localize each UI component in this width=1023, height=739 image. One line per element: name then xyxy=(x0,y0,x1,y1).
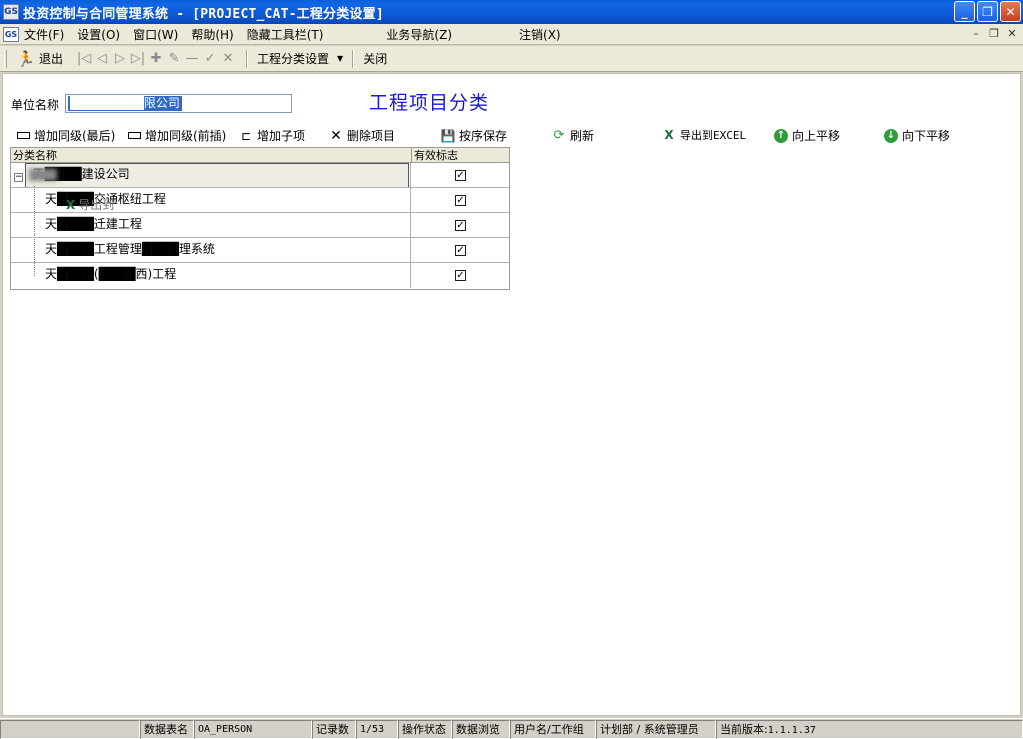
exit-label: 退出 xyxy=(39,52,64,66)
arrow-down-icon: ↓ xyxy=(883,128,899,143)
page-heading: 工程项目分类 xyxy=(369,92,490,114)
mdi-close-icon[interactable]: ✕ xyxy=(1005,26,1019,41)
unit-name-input[interactable]: ████████限公司 xyxy=(65,94,292,113)
status-table-label: 数据表名 xyxy=(140,720,194,739)
table-row[interactable]: ▇▇▇天████建设公司 ✓ xyxy=(11,163,509,188)
category-dropdown[interactable]: 工程分类设置 ▼ xyxy=(251,50,349,67)
status-op-label: 操作状态 xyxy=(398,720,452,739)
arrow-up-icon: ↑ xyxy=(773,128,789,143)
window-title: 投资控制与合同管理系统 - [PROJECT_CAT-工程分类设置] xyxy=(23,6,384,22)
main-panel: 单位名称 ████████限公司 工程项目分类 增加同级(最后) 增加同级(前插… xyxy=(2,73,1021,716)
status-user-value: 计划部 / 系统管理员 xyxy=(596,720,716,739)
status-bar: 数据表名 OA_PERSON 记录数 1/53 操作状态 数据浏览 用户名/工作… xyxy=(0,718,1023,739)
table-row[interactable]: 天████工程管理████理系统 ✓ xyxy=(11,238,509,263)
excel-icon: X xyxy=(664,128,674,142)
save-order-button[interactable]: 💾 按序保存 xyxy=(440,127,508,144)
edit-record-icon[interactable]: ✎ xyxy=(165,50,183,68)
valid-checkbox[interactable]: ✓ xyxy=(455,170,466,181)
rectangle-icon xyxy=(15,129,31,143)
add-record-icon[interactable]: ✚ xyxy=(147,50,165,68)
column-header-flag[interactable]: 有效标志 xyxy=(411,148,509,163)
menu-help[interactable]: 帮助(H) xyxy=(191,26,240,43)
status-empty xyxy=(0,720,140,739)
app-icon: GS xyxy=(3,4,19,20)
dropdown-arrow-icon: ▼ xyxy=(337,54,344,63)
toolbar-separator xyxy=(246,49,249,68)
excel-icon: X xyxy=(66,197,76,212)
valid-checkbox[interactable]: ✓ xyxy=(455,270,466,281)
exit-button[interactable]: 🏃 退出 xyxy=(11,50,69,68)
status-user-label: 用户名/工作组 xyxy=(510,720,596,739)
valid-checkbox[interactable]: ✓ xyxy=(455,220,466,231)
delete-x-icon: ✕ xyxy=(330,127,342,144)
tree-child-icon: ⊏ xyxy=(240,128,252,143)
floppy-disk-icon: 💾 xyxy=(440,128,456,143)
title-bar: GS 投资控制与合同管理系统 - [PROJECT_CAT-工程分类设置] _ … xyxy=(0,0,1023,24)
add-child-button[interactable]: ⊏ 增加子项 xyxy=(238,127,305,144)
category-tree-grid[interactable]: 分类名称 有效标志 − ▇▇▇天████建设公司 ✓ 天████交通枢纽工程 ✓… xyxy=(10,147,510,290)
category-dropdown-label: 工程分类设置 xyxy=(257,52,330,66)
confirm-icon[interactable]: ✓ xyxy=(201,50,219,68)
exit-icon: 🏃 xyxy=(16,49,36,68)
column-header-name[interactable]: 分类名称 xyxy=(13,148,57,163)
mdi-minimize-icon[interactable]: – xyxy=(969,26,983,41)
grid-header: 分类名称 有效标志 xyxy=(11,148,509,163)
table-row[interactable]: 天████迁建工程 ✓ xyxy=(11,213,509,238)
delete-item-button[interactable]: ✕ 删除项目 xyxy=(328,127,395,144)
add-sibling-before-button[interactable]: 增加同级(前插) xyxy=(126,127,226,144)
action-bar: 增加同级(最后) 增加同级(前插) ⊏ 增加子项 ✕ 删除项目 💾 按序保存 ⟳… xyxy=(13,127,1003,145)
valid-checkbox[interactable]: ✓ xyxy=(455,195,466,206)
row-name: 天████(████西)工程 xyxy=(45,267,177,281)
close-window-button[interactable]: ✕ xyxy=(1000,1,1021,22)
mdi-restore-icon[interactable]: ❐ xyxy=(987,26,1001,41)
move-up-button[interactable]: ↑ 向上平移 xyxy=(773,127,840,144)
last-record-icon[interactable]: ▷| xyxy=(129,50,147,68)
refresh-button[interactable]: ⟳ 刷新 xyxy=(551,127,594,144)
status-version: 当前版本:1.1.1.37 xyxy=(716,720,1023,739)
drag-ghost-export: X 导出到 xyxy=(66,197,115,213)
status-records-label: 记录数 xyxy=(312,720,356,739)
move-down-button[interactable]: ↓ 向下平移 xyxy=(883,127,950,144)
menu-bar: GS 文件(F) 设置(O) 窗口(W) 帮助(H) 隐藏工具栏(T) 业务导航… xyxy=(0,24,1023,45)
valid-checkbox[interactable]: ✓ xyxy=(455,245,466,256)
delete-record-icon[interactable]: — xyxy=(183,50,201,68)
unit-name-value: ████████限公司 xyxy=(68,96,182,111)
menu-logout[interactable]: 注销(X) xyxy=(519,26,568,43)
row-name: 天████迁建工程 xyxy=(45,217,142,231)
status-records-value: 1/53 xyxy=(356,720,398,739)
toolbar: 🏃 退出 |◁ ◁ ▷ ▷| ✚ ✎ — ✓ ✕ 工程分类设置 ▼ 关闭 xyxy=(0,46,1023,72)
export-excel-button[interactable]: X 导出到EXCEL xyxy=(661,127,746,143)
next-record-icon[interactable]: ▷ xyxy=(111,50,129,68)
status-version-value: 1.1.1.37 xyxy=(767,725,816,736)
menu-hide-toolbar[interactable]: 隐藏工具栏(T) xyxy=(247,26,331,43)
document-icon[interactable]: GS xyxy=(3,26,19,42)
menu-settings[interactable]: 设置(O) xyxy=(77,26,127,43)
first-record-icon[interactable]: |◁ xyxy=(75,50,93,68)
toolbar-separator xyxy=(352,49,355,68)
menu-file[interactable]: 文件(F) xyxy=(24,26,71,43)
table-row[interactable]: 天████(████西)工程 ✓ xyxy=(11,263,509,288)
minimize-button[interactable]: _ xyxy=(954,1,975,22)
menu-business-nav[interactable]: 业务导航(Z) xyxy=(386,26,459,43)
row-name: 天████工程管理████理系统 xyxy=(45,242,215,256)
restore-button[interactable]: ❐ xyxy=(977,1,998,22)
status-version-label: 当前版本: xyxy=(720,723,768,736)
refresh-icon: ⟳ xyxy=(553,128,565,143)
status-table-value: OA_PERSON xyxy=(194,720,312,739)
add-sibling-last-button[interactable]: 增加同级(最后) xyxy=(15,127,115,144)
unit-name-label: 单位名称 xyxy=(11,98,60,112)
toolbar-grip[interactable] xyxy=(4,49,7,68)
rectangle-icon xyxy=(126,129,142,143)
cancel-icon[interactable]: ✕ xyxy=(219,50,237,68)
menu-window[interactable]: 窗口(W) xyxy=(133,26,185,43)
prev-record-icon[interactable]: ◁ xyxy=(93,50,111,68)
close-button[interactable]: 关闭 xyxy=(357,50,393,67)
status-op-value: 数据浏览 xyxy=(452,720,510,739)
